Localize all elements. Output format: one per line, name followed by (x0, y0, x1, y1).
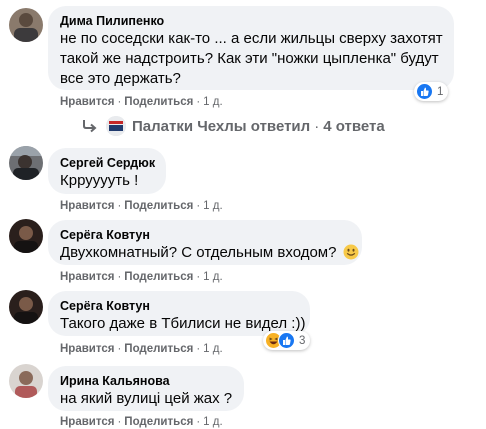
reaction-badge[interactable]: 1 (414, 82, 449, 101)
comment-bubble: Серёга Ковтун Двухкомнатный? С отдельным… (48, 220, 362, 265)
comment-time[interactable]: 1 д. (203, 200, 223, 212)
comment-author[interactable]: Серёга Ковтун (60, 298, 298, 314)
comment-text-line: такой же надстроить? Как эти "ножки цыпл… (60, 50, 439, 67)
avatar[interactable] (9, 290, 43, 324)
reaction-count: 3 (299, 334, 306, 347)
like-reaction-icon (416, 83, 433, 100)
comment-bubble: Сергей Сердюк Кррууууть ! (48, 148, 166, 194)
comment-actions: Нравится · Поделиться · 1 д. (60, 271, 223, 283)
share-button[interactable]: Поделиться (124, 271, 193, 283)
replier-name: Палатки Чехлы (132, 117, 247, 135)
comment-text-line: Кррууууть ! (60, 172, 139, 189)
share-button[interactable]: Поделиться (124, 96, 193, 108)
replies-count: 4 ответа (323, 117, 385, 135)
comment-text-line: все это держать? (60, 70, 181, 87)
replies-summary[interactable]: Палатки Чехлы ответил · 4 ответа (132, 118, 385, 135)
comment-author[interactable]: Серёга Ковтун (60, 227, 350, 243)
comment-actions: Нравится · Поделиться · 1 д. (60, 200, 223, 212)
reaction-badge[interactable]: 3 (263, 331, 311, 350)
share-button[interactable]: Поделиться (124, 343, 193, 355)
like-button[interactable]: Нравится (60, 271, 114, 283)
comment-text-line: не по соседски как-то ... а если жильцы … (60, 30, 443, 47)
avatar[interactable] (9, 8, 43, 42)
comment-text-line: на який вулиці цей жах ? (60, 390, 233, 407)
comment-author[interactable]: Дима Пилипенко (60, 13, 442, 29)
reaction-count: 1 (437, 85, 444, 98)
share-button[interactable]: Поделиться (124, 200, 193, 212)
comment-actions: Нравится · Поделиться · 1 д. (60, 343, 223, 355)
comment-author[interactable]: Ирина Кальянова (60, 373, 232, 389)
avatar[interactable] (9, 219, 43, 253)
replies-verb: ответил (250, 117, 311, 135)
like-reaction-icon (278, 332, 295, 349)
reply-arrow-icon (83, 120, 97, 133)
comment-text-line: Двухкомнатный? С отдельным входом? (60, 243, 359, 263)
like-button[interactable]: Нравится (60, 416, 114, 428)
like-button[interactable]: Нравится (60, 96, 114, 108)
comment-bubble: Дима Пилипенко не по соседски как-то ...… (48, 6, 454, 90)
view-replies-link[interactable]: Палатки Чехлы ответил · 4 ответа (82, 116, 385, 136)
comment-text-line: Такого даже в Тбилиси не видел :)) (60, 315, 306, 332)
comment-actions: Нравится · Поделиться · 1 д. (60, 96, 223, 108)
comment-author[interactable]: Сергей Сердюк (60, 155, 155, 171)
like-button[interactable]: Нравится (60, 343, 114, 355)
like-button[interactable]: Нравится (60, 200, 114, 212)
comment-time[interactable]: 1 д. (203, 343, 223, 355)
comment-bubble: Ирина Кальянова на який вулиці цей жах ? (48, 366, 244, 411)
smile-emoji-icon (343, 244, 359, 260)
avatar[interactable] (9, 364, 43, 398)
comment-time[interactable]: 1 д. (203, 271, 223, 283)
comment-time[interactable]: 1 д. (203, 416, 223, 428)
comment-time[interactable]: 1 д. (203, 96, 223, 108)
comment-bubble: Серёга Ковтун Такого даже в Тбилиси не в… (48, 291, 310, 336)
comment-text: Двухкомнатный? С отдельным входом? (60, 244, 337, 261)
replier-avatar (106, 116, 126, 136)
share-button[interactable]: Поделиться (124, 416, 193, 428)
avatar[interactable] (9, 146, 43, 180)
